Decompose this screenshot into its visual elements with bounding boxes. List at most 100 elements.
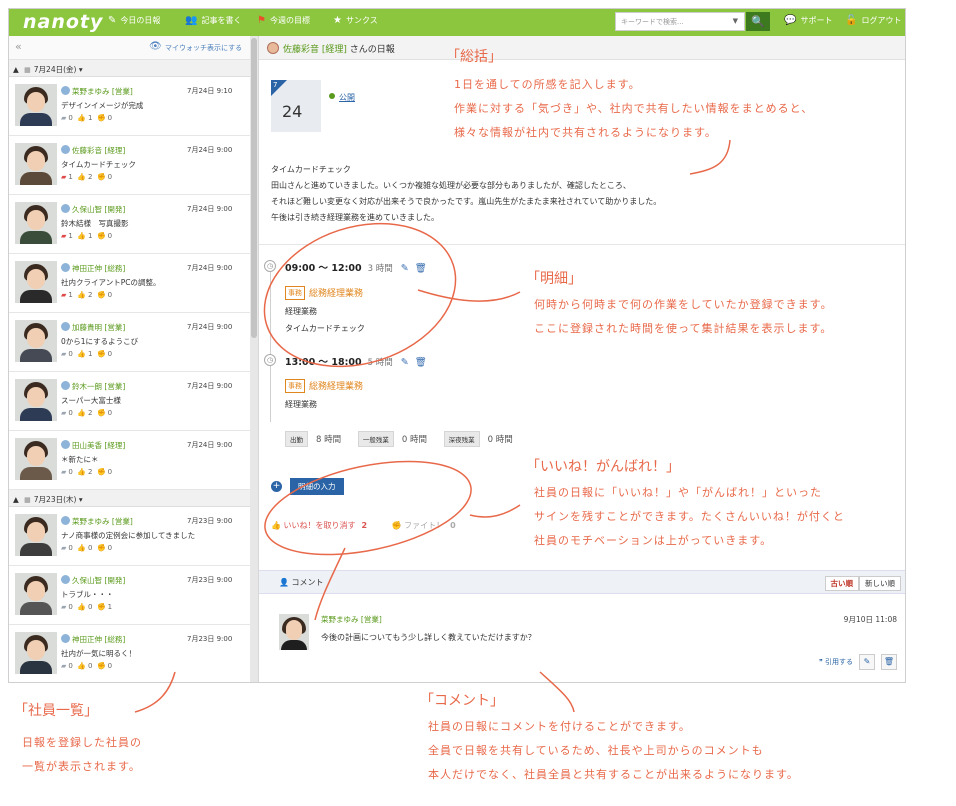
entry-date: 7月24日 9:00 bbox=[187, 146, 233, 154]
thumbs-up-icon: 👍 bbox=[77, 409, 87, 417]
list-item[interactable]: 神田正伸 [総務] 7月24日 9:00 社内クライアントPCの調整。 ▰ 1 👍 2 ✊… bbox=[9, 254, 250, 313]
employee-list-panel: « 👁 マイウォッチ表示にする ▲ ▦ 7月24日(金) ▾ 菜野まゆみ [営業] 7… bbox=[9, 36, 250, 682]
add-detail-button[interactable]: + 明細の入力 bbox=[271, 476, 344, 495]
total-label: 一般残業 bbox=[357, 431, 394, 447]
entry-title: デザインイメージが完成 bbox=[61, 101, 144, 110]
list-item[interactable]: 菜野まゆみ [営業] 7月23日 9:00 ナノ商事様の定例会に参加してきました ▰ 0… bbox=[9, 507, 250, 566]
nav-write-article[interactable]: 👥 記事を書く bbox=[185, 15, 241, 26]
employee-name[interactable]: 菜野まゆみ [営業] bbox=[61, 516, 133, 527]
avatar bbox=[15, 438, 57, 480]
avatar bbox=[15, 261, 57, 303]
edit-icon[interactable]: ✎ bbox=[401, 357, 409, 368]
list-item[interactable]: 田山美香 [経理] 7月24日 9:00 ＊新たに＊ ▰ 0 👍 2 ✊ 0 bbox=[9, 431, 250, 490]
clock-icon: ◷ bbox=[264, 354, 276, 366]
like-button[interactable]: いいね！を取り消す bbox=[284, 521, 356, 530]
employee-name[interactable]: 田山美香 [経理] bbox=[61, 440, 125, 451]
list-item[interactable]: 鈴木一朗 [営業] 7月24日 9:00 スーパー大富士様 ▰ 0 👍 2 ✊ 0 bbox=[9, 372, 250, 431]
employee-name[interactable]: 菜野まゆみ [営業] bbox=[61, 86, 133, 97]
trash-icon[interactable]: 🗑 bbox=[881, 654, 897, 670]
chat-icon: 💬 bbox=[784, 15, 797, 26]
list-header: « 👁 マイウォッチ表示にする bbox=[9, 36, 250, 60]
scroll-thumb[interactable] bbox=[251, 38, 257, 338]
entry-title: 社内が一気に明るく！ bbox=[61, 649, 136, 658]
trash-icon[interactable]: 🗑 bbox=[415, 263, 427, 274]
badge-icon bbox=[61, 145, 70, 154]
detail-line: 経理業務 bbox=[285, 400, 317, 409]
employee-name[interactable]: 鈴木一朗 [営業] bbox=[61, 381, 125, 392]
author-name[interactable]: 佐藤彩音 bbox=[283, 45, 319, 55]
annotation-title: 「コメント」 bbox=[420, 693, 504, 709]
avatar bbox=[15, 202, 57, 244]
annotation-line: 社員のモチベーションは上がっていきます。 bbox=[534, 534, 773, 547]
calendar-icon: ▦ bbox=[24, 496, 31, 504]
comment-icon: ▰ bbox=[61, 173, 67, 181]
mywatch-toggle[interactable]: マイウォッチ表示にする bbox=[165, 43, 242, 53]
collapse-button[interactable]: « bbox=[15, 40, 22, 53]
employee-name[interactable]: 神田正伸 [総務] bbox=[61, 634, 125, 645]
list-item[interactable]: 久保山智 [開発] 7月23日 9:00 トラブル・・・ ▰ 0 👍 0 ✊ 1 bbox=[9, 566, 250, 625]
edit-icon[interactable]: ✎ bbox=[401, 263, 409, 274]
sort-new-button[interactable]: 新しい順 bbox=[859, 576, 901, 591]
comment-icon: ▰ bbox=[61, 291, 67, 299]
fight-button[interactable]: ファイト！ bbox=[404, 521, 444, 530]
chevron-down-icon[interactable]: ▾ bbox=[79, 495, 83, 504]
detail-category: 事務 総務経理業務 bbox=[285, 379, 363, 393]
employee-name[interactable]: 神田正伸 [総務] bbox=[61, 263, 125, 274]
total-value: 0 時間 bbox=[401, 435, 427, 445]
entry-title: タイムカードチェック bbox=[61, 160, 136, 169]
timeline-line bbox=[270, 262, 271, 422]
calendar-day: 24 bbox=[282, 102, 303, 121]
entry-title: ナノ商事様の定例会に参加してきました bbox=[61, 531, 196, 540]
edit-icon[interactable]: ✎ bbox=[859, 654, 875, 670]
nav-today-report[interactable]: ✎ 今日の日報 bbox=[108, 15, 160, 26]
nav-weekly-goal[interactable]: ⚑ 今週の目標 bbox=[257, 15, 310, 26]
date-group-header[interactable]: ▲ ▦ 7月24日(金) ▾ bbox=[9, 60, 250, 77]
comment-icon: ▰ bbox=[61, 544, 67, 552]
fist-icon: ✊ bbox=[96, 603, 106, 611]
list-item[interactable]: 加藤貴明 [営業] 7月24日 9:00 0から1にするようこび ▰ 0 👍 1 ✊ 0 bbox=[9, 313, 250, 372]
fist-icon: ✊ bbox=[96, 468, 106, 476]
employee-name[interactable]: 久保山智 [開発] bbox=[61, 575, 125, 586]
badge-icon bbox=[61, 634, 70, 643]
annotation-line: 一覧が表示されます。 bbox=[22, 760, 141, 773]
nav-thanks[interactable]: ★ サンクス bbox=[333, 15, 378, 26]
entry-date: 7月24日 9:00 bbox=[187, 382, 233, 390]
avatar bbox=[15, 143, 57, 185]
list-item[interactable]: 神田正伸 [総務] 7月23日 9:00 社内が一気に明るく！ ▰ 0 👍 0 ✊ 0 bbox=[9, 625, 250, 682]
search-button[interactable]: 🔍 bbox=[746, 12, 770, 31]
date-group-header[interactable]: ▲ ▦ 7月23日(木) ▾ bbox=[9, 490, 250, 507]
chevron-down-icon[interactable]: ▼ bbox=[733, 17, 738, 25]
sort-old-button[interactable]: 古い順 bbox=[824, 576, 859, 591]
app-logo[interactable]: nanoty bbox=[23, 11, 103, 33]
visibility-status[interactable]: 公開 bbox=[329, 92, 355, 103]
entry-title: トラブル・・・ bbox=[61, 590, 114, 599]
divider bbox=[259, 244, 905, 245]
chevron-down-icon[interactable]: ▾ bbox=[79, 65, 83, 74]
nav-logout[interactable]: 🔓 ログアウト bbox=[845, 15, 901, 26]
trash-icon[interactable]: 🗑 bbox=[415, 357, 427, 368]
top-navbar: nanoty ✎ 今日の日報 👥 記事を書く ⚑ 今週の目標 ★ サンクス キーワードで… bbox=[9, 9, 905, 36]
nav-support[interactable]: 💬 サポート bbox=[784, 15, 832, 26]
list-item[interactable]: 久保山智 [開発] 7月24日 9:00 鈴木結様 写真撮影 ▰ 1 👍 1 ✊ 0 bbox=[9, 195, 250, 254]
employee-name[interactable]: 加藤貴明 [営業] bbox=[61, 322, 125, 333]
comment-icon: ▰ bbox=[61, 662, 67, 670]
summary-line: 午後は引き続き経理業務を進めていきました。 bbox=[271, 213, 439, 222]
comment-author[interactable]: 菜野まゆみ [営業] bbox=[321, 614, 382, 625]
avatar bbox=[15, 632, 57, 674]
fist-icon: ✊ bbox=[96, 291, 106, 299]
employee-name[interactable]: 佐藤彩音 [経理] bbox=[61, 145, 125, 156]
annotation-line: 日報を登録した社員の bbox=[22, 736, 142, 749]
quote-button[interactable]: ❞ 引用する bbox=[819, 658, 853, 666]
category-tag: 事務 bbox=[285, 379, 305, 393]
entry-date: 7月23日 9:00 bbox=[187, 576, 233, 584]
badge-icon bbox=[61, 263, 70, 272]
list-item[interactable]: 菜野まゆみ [営業] 7月24日 9:10 デザインイメージが完成 ▰ 0 👍 1 ✊ 0 bbox=[9, 77, 250, 136]
thumbs-up-icon: 👍 bbox=[77, 232, 87, 240]
eye-icon: 👁 bbox=[149, 41, 162, 52]
search-input[interactable]: キーワードで検索... ▼ bbox=[615, 12, 745, 31]
left-scrollbar[interactable] bbox=[250, 36, 258, 682]
employee-name[interactable]: 久保山智 [開発] bbox=[61, 204, 125, 215]
comment-header: 👤 コメント 古い順 新しい順 bbox=[259, 570, 905, 594]
entry-date: 7月24日 9:00 bbox=[187, 205, 233, 213]
list-item[interactable]: 佐藤彩音 [経理] 7月24日 9:00 タイムカードチェック ▰ 1 👍 2 ✊ 0 bbox=[9, 136, 250, 195]
